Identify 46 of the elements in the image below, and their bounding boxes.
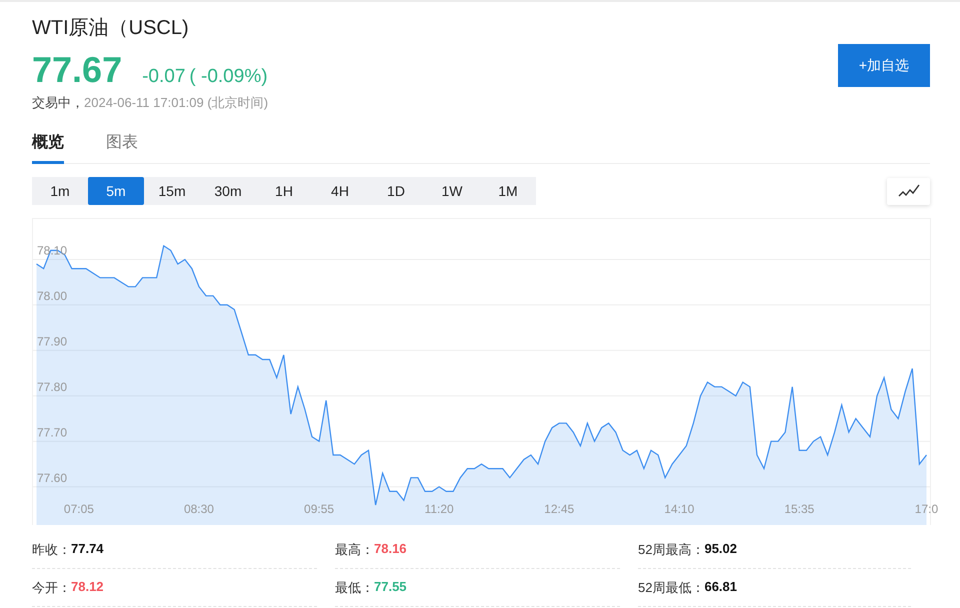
chart-type-button[interactable] <box>887 178 930 204</box>
trading-status: 交易中， <box>32 94 84 112</box>
y-axis-label: 77.70 <box>37 425 68 440</box>
stat-value: 66.81 <box>704 579 738 596</box>
stat-label: 今开： <box>32 579 71 597</box>
y-axis-label: 78.10 <box>37 243 68 258</box>
period-button[interactable]: 4H <box>312 177 368 205</box>
stat-label: 最高： <box>335 541 374 559</box>
stat-value: 77.55 <box>374 579 407 596</box>
period-button[interactable]: 1m <box>32 177 88 205</box>
y-axis-label: 77.80 <box>37 380 68 394</box>
stat-value: 78.12 <box>71 579 104 596</box>
y-axis-label: 77.90 <box>37 334 68 348</box>
tab[interactable]: 概览 <box>32 132 64 164</box>
line-chart-icon <box>898 184 920 198</box>
x-axis-label: 09:55 <box>304 502 334 516</box>
y-axis-label: 78.00 <box>37 288 68 303</box>
x-axis-label: 17:0 <box>914 502 938 516</box>
period-button[interactable]: 1M <box>480 177 536 205</box>
period-button[interactable]: 30m <box>200 177 256 205</box>
x-axis-label: 12:45 <box>544 502 574 516</box>
period-button[interactable]: 1H <box>256 177 312 205</box>
x-axis-label: 11:20 <box>424 502 454 516</box>
stat-label: 昨收： <box>32 541 71 559</box>
stat-value: 78.16 <box>374 541 407 558</box>
x-axis-label: 07:05 <box>64 502 94 516</box>
period-button[interactable]: 1D <box>368 177 424 205</box>
add-watchlist-button[interactable]: +加自选 <box>838 44 930 87</box>
stat-label: 52周最高： <box>638 541 704 559</box>
stat-value: 95.02 <box>704 541 738 558</box>
x-axis-label: 14:10 <box>664 502 694 516</box>
percent-change: ( -0.09%) <box>189 66 268 88</box>
period-button[interactable]: 1W <box>424 177 480 205</box>
instrument-title: WTI原油（USCL) <box>32 16 190 41</box>
y-axis-label: 77.60 <box>37 470 68 485</box>
stat-value: 77.74 <box>71 541 104 558</box>
tab[interactable]: 图表 <box>106 132 138 164</box>
timestamp: 2024-06-11 17:01:09 (北京时间) <box>84 94 268 112</box>
period-button[interactable]: 5m <box>88 177 144 205</box>
price: 77.67 <box>32 50 122 90</box>
price-change: -0.07 <box>142 66 186 88</box>
x-axis-label: 15:35 <box>784 502 814 516</box>
stat-label: 52周最低： <box>638 579 704 597</box>
stat-label: 最低： <box>335 579 374 597</box>
period-button[interactable]: 15m <box>144 177 200 205</box>
x-axis-label: 08:30 <box>184 502 214 516</box>
